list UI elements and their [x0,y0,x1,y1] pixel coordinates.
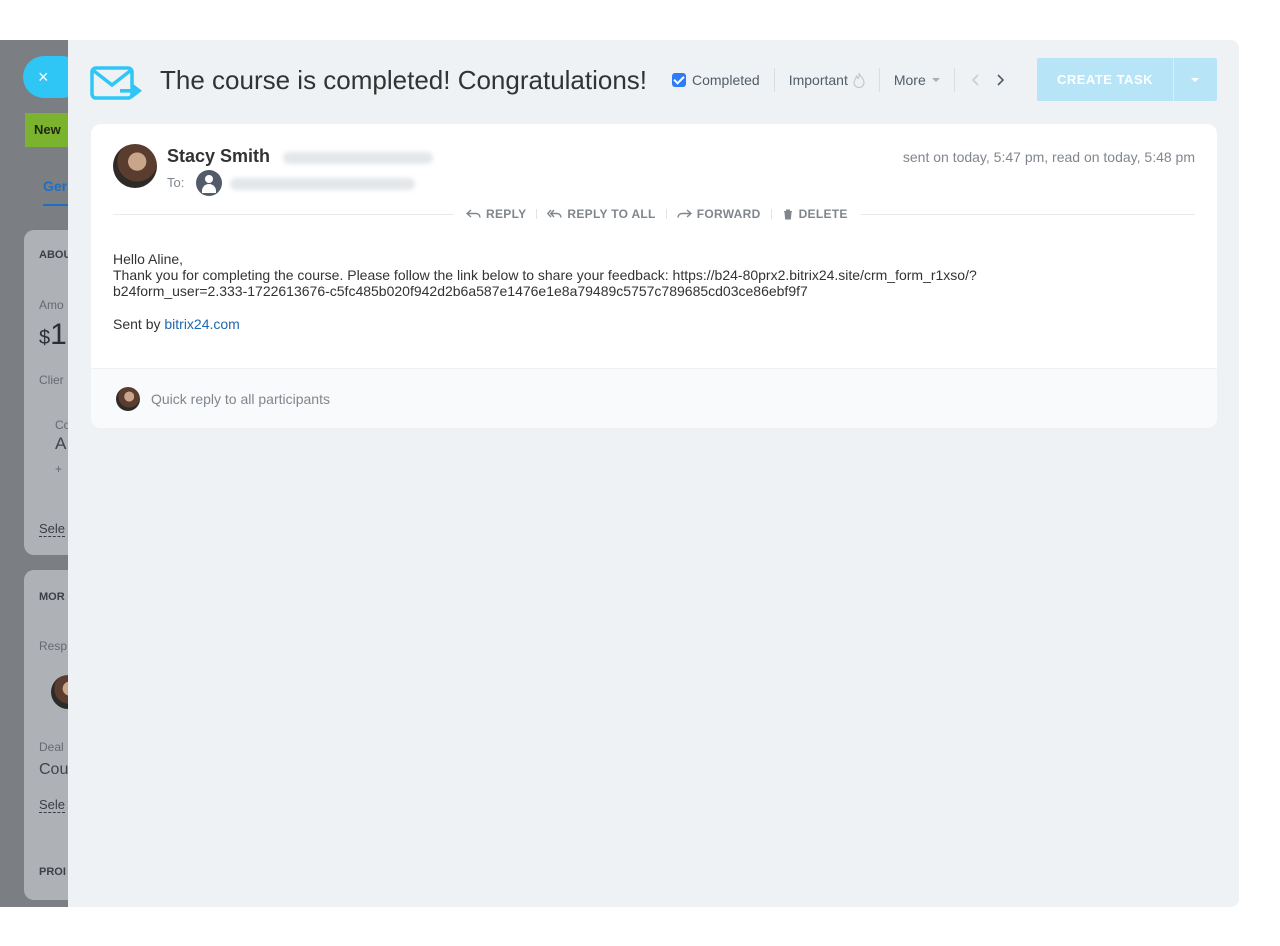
more-menu-button[interactable]: More [880,68,955,92]
delete-button[interactable]: DELETE [782,207,848,221]
action-separator [770,209,772,219]
reply-label: REPLY [486,207,527,221]
completed-label: Completed [692,72,760,88]
sent-by-prefix: Sent by [113,316,165,332]
reply-button[interactable]: REPLY [466,207,526,221]
to-label: To: [167,175,185,190]
email-toolbar: Completed Important More [672,68,1017,92]
email-body-line: b24form_user=2.333-1722613676-c5fc485b02… [113,283,808,299]
deal-label: Deal [39,740,64,754]
reply-icon [466,209,481,218]
chevron-right-icon[interactable] [993,72,1007,88]
sent-read-info: sent on today, 5:47 pm, read on today, 5… [902,149,1195,165]
deal-value: Cou [39,761,69,778]
create-task-label[interactable]: CREATE TASK [1037,58,1174,101]
about-section-label: ABOU [39,249,72,261]
select-deal-link[interactable]: Sele [39,797,66,813]
email-body-line: Thank you for completing the course. Ple… [113,267,977,283]
email-actions-bar: REPLY REPLY TO ALL FORWARD DELETE [454,204,860,224]
products-section-label: PROI [39,866,66,878]
create-task-button[interactable]: CREATE TASK [1037,58,1217,101]
sender-avatar[interactable] [113,144,157,188]
email-header: The course is completed! Congratulations… [68,40,1239,124]
recipient-email-redacted [230,178,415,190]
recipient-avatar-icon[interactable] [196,170,222,196]
select-client-link[interactable]: Sele [39,521,66,537]
mail-forward-icon [90,66,142,100]
sender-name[interactable]: Stacy Smith [167,146,270,167]
responsible-label: Resp [39,639,68,653]
email-subject-title: The course is completed! Congratulations… [160,65,648,95]
reply-all-label: REPLY TO ALL [567,207,656,221]
important-label: Important [788,72,848,88]
contact-phone: + [55,462,63,476]
chevron-left-icon[interactable] [969,72,983,88]
quick-reply-placeholder[interactable]: Quick reply to all participants [151,391,330,407]
tab-general[interactable]: Ger [43,178,67,194]
chevron-down-icon [931,78,940,82]
more-section-label: MOR [39,591,65,603]
completed-toggle[interactable]: Completed [672,68,775,92]
contact-name[interactable]: A [55,434,66,454]
more-label: More [893,72,926,88]
action-separator [536,209,538,219]
create-task-dropdown[interactable] [1174,58,1217,101]
quick-reply-bar[interactable]: Quick reply to all participants [91,368,1217,428]
reply-all-icon [547,209,563,218]
reply-all-button[interactable]: REPLY TO ALL [547,207,655,221]
action-separator [665,209,667,219]
forward-button[interactable]: FORWARD [677,207,761,221]
important-toggle[interactable]: Important [775,68,880,92]
email-body: Hello Aline, Thank you for completing th… [113,251,1193,299]
bitrix24-link[interactable]: bitrix24.com [164,316,239,332]
email-navigation [955,72,1017,88]
close-icon[interactable]: × [38,67,49,87]
completed-checkbox[interactable] [672,73,686,87]
amount-label: Amo [39,298,64,312]
amount-value: $1 [39,318,67,351]
delete-label: DELETE [798,207,848,221]
email-message-card: Stacy Smith sent on today, 5:47 pm, read… [91,124,1217,428]
client-label: Clier [39,373,64,387]
sent-by-footer: Sent by bitrix24.com [113,316,240,332]
email-greeting: Hello Aline, [113,251,184,267]
flame-icon [853,72,865,88]
forward-icon [677,209,692,218]
sender-email-redacted [283,152,433,164]
user-avatar [116,387,140,411]
email-slider-panel: The course is completed! Congratulations… [68,40,1239,907]
forward-label: FORWARD [696,207,761,221]
trash-icon [783,209,792,219]
